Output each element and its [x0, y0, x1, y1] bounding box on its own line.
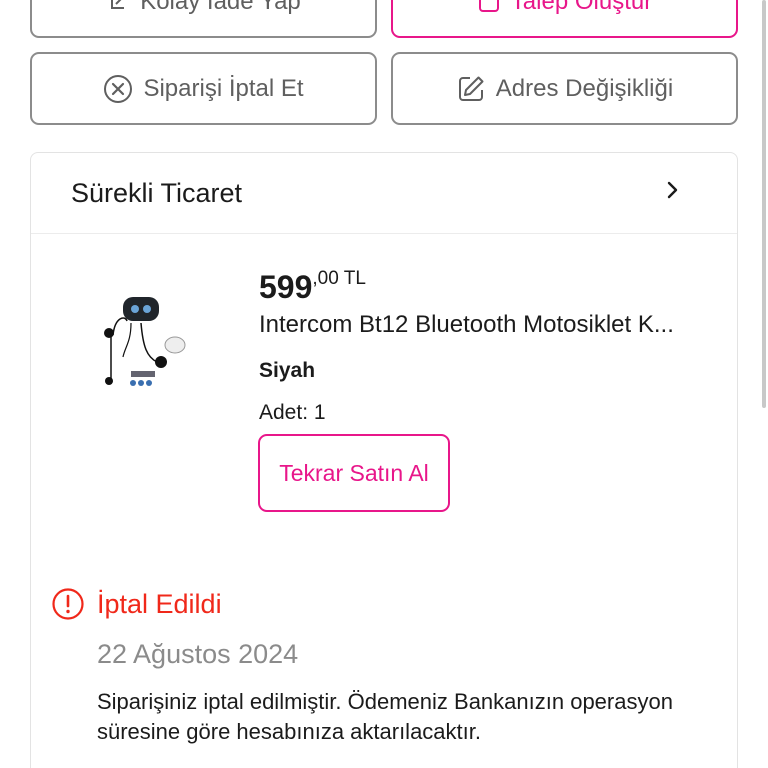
easy-return-button[interactable]: Kolay İade Yap — [30, 0, 377, 38]
price-decimal: ,00 TL — [312, 268, 366, 289]
seller-name: Sürekli Ticaret — [71, 177, 243, 208]
product-image[interactable] — [95, 287, 187, 389]
cancel-order-label: Siparişi İptal Et — [143, 74, 304, 102]
create-request-button[interactable]: Talep Oluştur — [391, 0, 738, 38]
status-date: 22 Ağustos 2024 — [97, 639, 299, 669]
product-variant: Siyah — [259, 359, 316, 382]
edit-icon — [458, 76, 484, 101]
order-status: İptal Edildi — [51, 587, 222, 621]
address-change-label: Adres Değişikliği — [495, 74, 674, 102]
rebuy-label: Tekrar Satın Al — [279, 459, 429, 486]
cancel-order-button[interactable]: Siparişi İptal Et — [30, 52, 377, 125]
order-item-card: Sürekli Ticaret 599 ,00 TL Intercom Bt12… — [30, 152, 738, 768]
rebuy-button[interactable]: Tekrar Satın Al — [258, 434, 450, 512]
price-integer: 599 — [259, 269, 313, 305]
return-arrow-icon — [111, 0, 128, 9]
seller-row[interactable]: Sürekli Ticaret — [31, 153, 737, 234]
easy-return-label: Kolay İade Yap — [140, 0, 301, 15]
chevron-right-icon — [665, 178, 681, 209]
product-quantity: Adet: 1 — [259, 401, 326, 424]
address-change-button[interactable]: Adres Değişikliği — [391, 52, 738, 125]
create-request-label: Talep Oluştur — [510, 0, 653, 15]
scrollbar[interactable] — [762, 0, 766, 408]
status-message: Siparişiniz iptal edilmiştir. Ödemeniz B… — [97, 689, 673, 744]
status-title: İptal Edildi — [97, 588, 222, 619]
alert-circle-icon — [52, 588, 84, 620]
request-icon — [478, 0, 499, 12]
product-title[interactable]: Intercom Bt12 Bluetooth Motosiklet K... — [259, 311, 729, 339]
product-price: 599 ,00 TL — [259, 265, 366, 309]
order-detail-page: Kolay İade Yap Talep Oluştur Siparişi İp… — [0, 0, 768, 768]
circle-x-icon — [104, 74, 133, 103]
